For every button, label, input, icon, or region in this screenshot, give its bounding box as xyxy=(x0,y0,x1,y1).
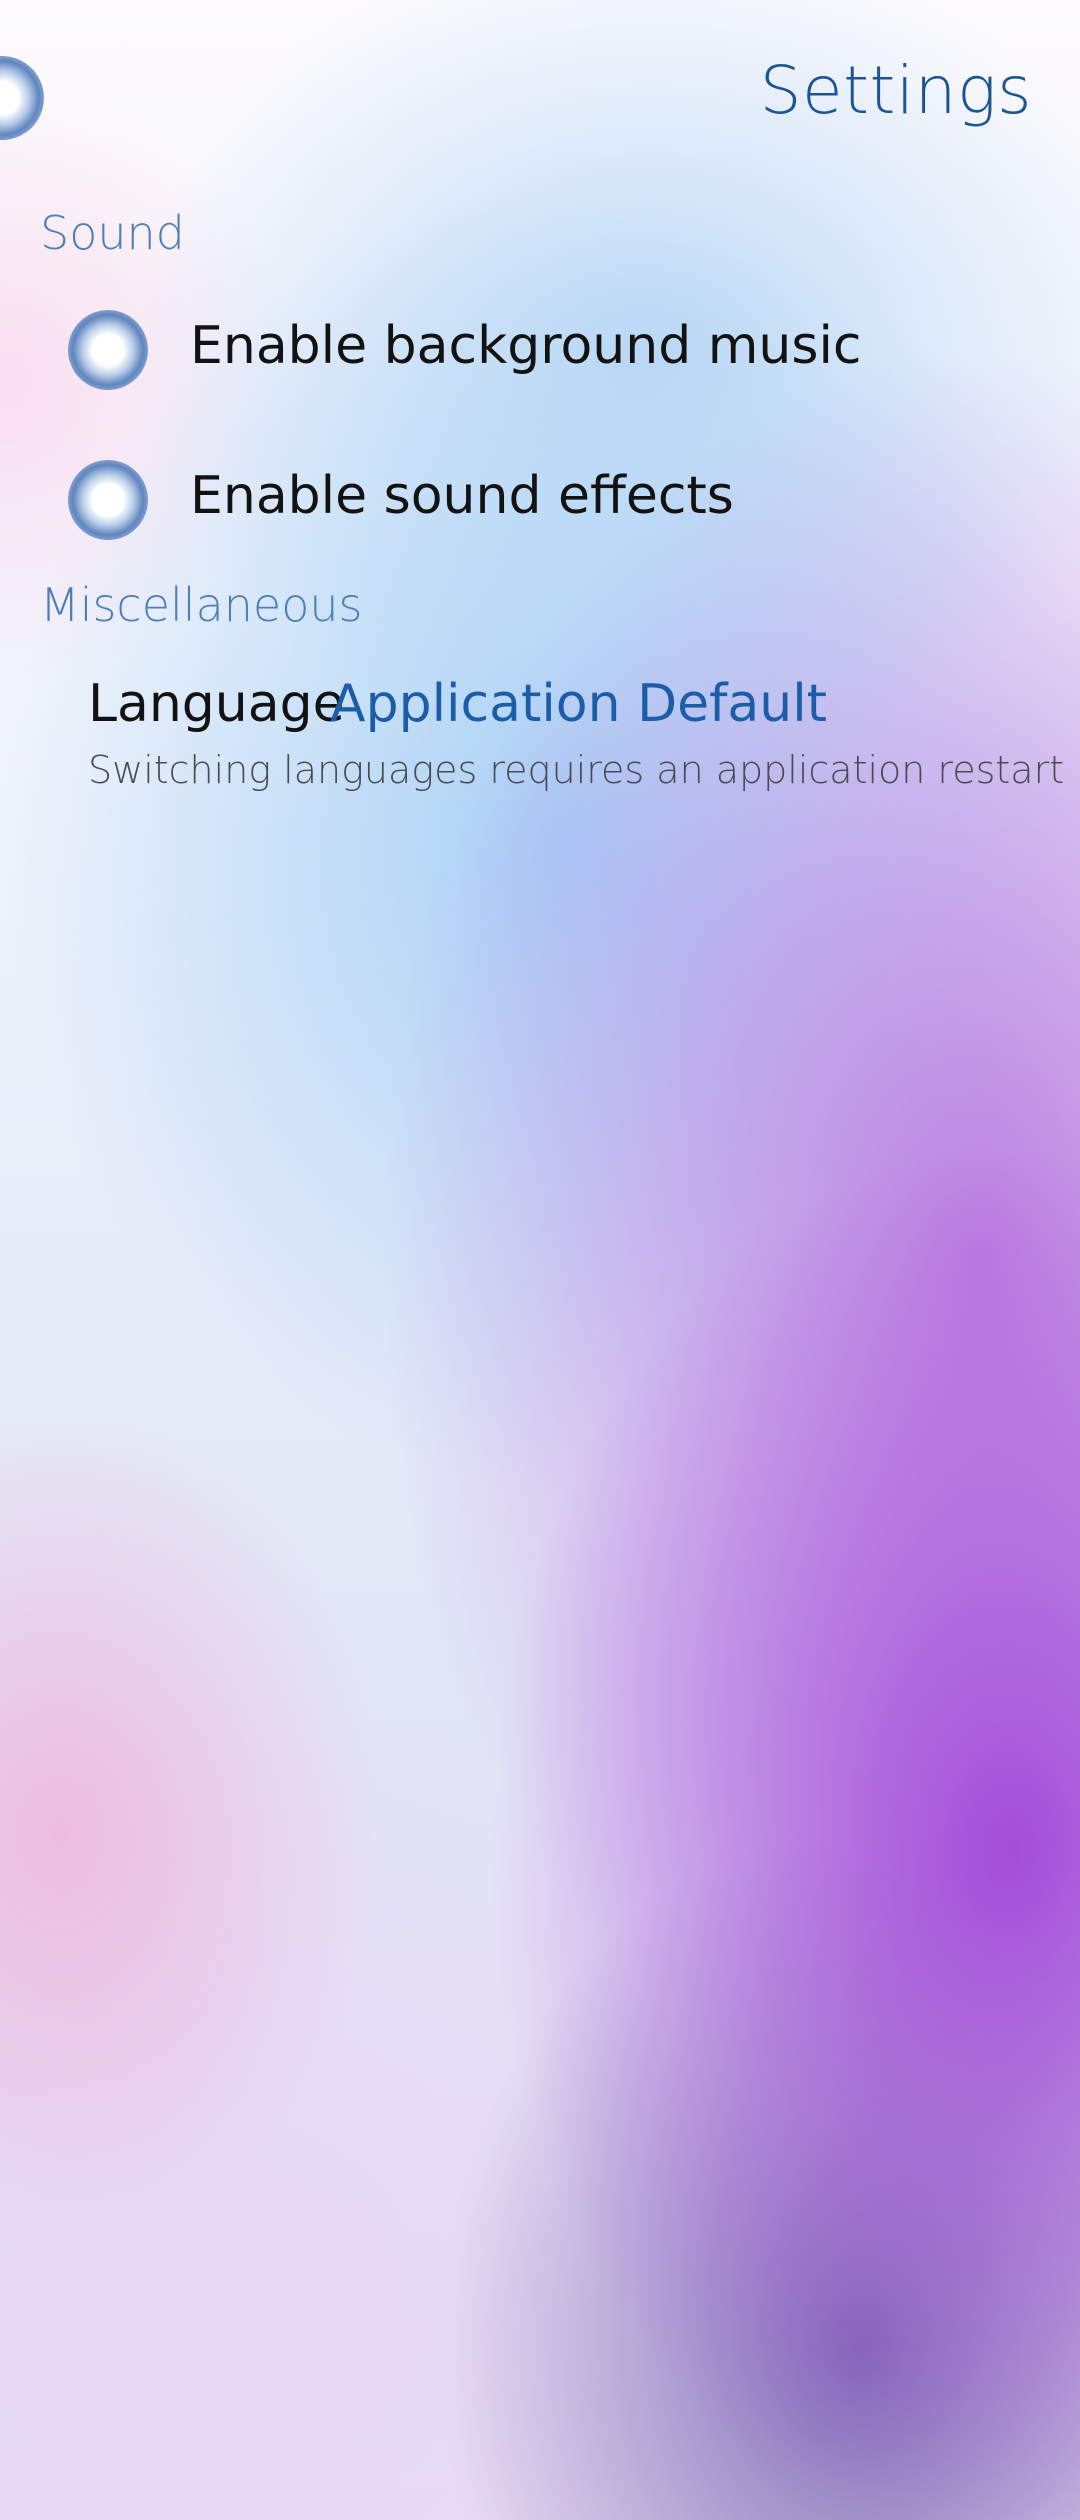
language-value[interactable]: Application Default xyxy=(330,674,827,734)
pulley-menu-indicator-icon[interactable] xyxy=(0,56,44,140)
language-description: Switching languages requires an applicat… xyxy=(88,748,1065,792)
background-music-label: Enable background music xyxy=(190,316,862,376)
sound-effects-switch[interactable]: Enable sound effects xyxy=(0,430,1080,560)
language-label: Language xyxy=(88,674,345,734)
language-combo-box[interactable]: Language Application Default Switching l… xyxy=(0,660,1080,800)
section-header-miscellaneous: Miscellaneous xyxy=(40,578,363,632)
switch-indicator-icon[interactable] xyxy=(68,460,148,540)
page-title: Settings xyxy=(759,52,1032,129)
background-music-switch[interactable]: Enable background music xyxy=(0,280,1080,410)
switch-indicator-icon[interactable] xyxy=(68,310,148,390)
section-header-sound: Sound xyxy=(40,206,185,260)
sound-effects-label: Enable sound effects xyxy=(190,466,734,526)
